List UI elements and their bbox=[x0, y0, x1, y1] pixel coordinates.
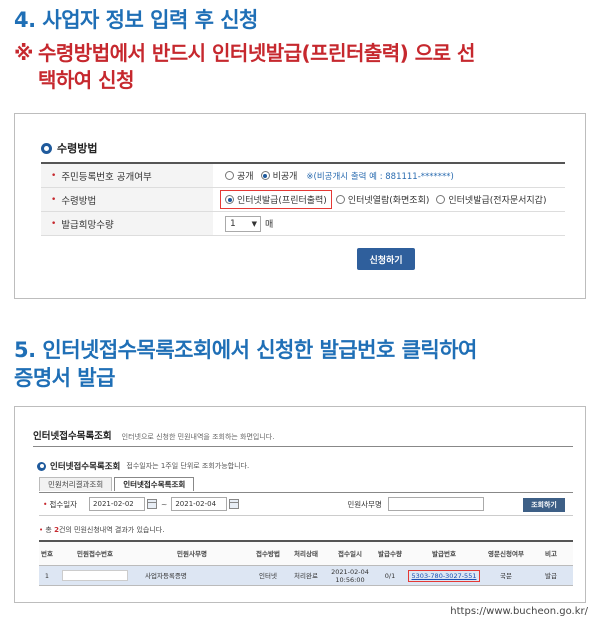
form-label: 발급희망수량 bbox=[61, 219, 114, 231]
quantity-unit: 매 bbox=[265, 220, 274, 230]
column-header: 접수일시 bbox=[338, 549, 362, 558]
required-dot-icon: • bbox=[51, 218, 57, 229]
notice-line2: 택하여 신청 bbox=[38, 68, 134, 92]
form-label: 수령방법 bbox=[61, 195, 97, 207]
chevron-down-icon: ▼ bbox=[251, 219, 257, 228]
form-table: • 주민등록번호 공개여부 공개 비공개 ※(비공개시 출력 예 : 881111… bbox=[41, 162, 565, 236]
radio-public[interactable]: 공개 bbox=[225, 169, 254, 182]
table-header: 번호 민원접수번호 민원사무명 접수방법 처리상태 접수일시 발급수량 발급번호… bbox=[39, 542, 573, 566]
radio-circle-icon bbox=[436, 195, 446, 204]
column-header: 비고 bbox=[545, 549, 557, 558]
tab-result-inquiry[interactable]: 민원처리결과조회 bbox=[39, 477, 113, 491]
result-count: • 총 2건의 민원신청내역 결과가 있습니다. bbox=[39, 526, 165, 534]
column-header: 민원사무명 bbox=[177, 549, 207, 558]
step5-title: 5. 인터넷접수목록조회에서 신청한 발급번호 클릭하여 증명서 발급 bbox=[14, 338, 477, 390]
notice-line1: 수령방법에서 반드시 인터넷발급(프린터출력) 으로 선 bbox=[38, 41, 475, 65]
column-header: 접수방법 bbox=[256, 549, 280, 558]
apply-button[interactable]: 신청하기 bbox=[357, 248, 415, 270]
date-separator: ~ bbox=[161, 499, 168, 509]
section-bullet-icon bbox=[37, 461, 46, 471]
radio-checked-icon bbox=[225, 195, 234, 204]
tab-bar: 민원처리결과조회 인터넷접수목록조회 bbox=[39, 477, 196, 491]
disclosure-hint: ※(비공개시 출력 예 : 881111-*******) bbox=[306, 171, 454, 182]
column-header: 번호 bbox=[41, 549, 53, 558]
radio-internet-wallet[interactable]: 인터넷발급(전자문서지갑) bbox=[436, 193, 546, 206]
date-label: 접수일자 bbox=[49, 499, 78, 509]
search-button[interactable]: 조회하기 bbox=[523, 498, 565, 512]
tab-receipt-list[interactable]: 인터넷접수목록조회 bbox=[114, 477, 195, 491]
column-header: 처리상태 bbox=[294, 549, 318, 558]
search-bar: • 접수일자 2021-02-02 ~ 2021-02-04 민원사무명 조회하기 bbox=[39, 492, 573, 516]
calendar-icon[interactable] bbox=[147, 499, 158, 509]
form-row-quantity: • 발급희망수량 1 ▼ 매 bbox=[41, 212, 565, 236]
quantity-select[interactable]: 1 ▼ bbox=[225, 215, 261, 232]
column-header: 발급수량 bbox=[378, 549, 402, 558]
section-heading: 인터넷접수목록조회 접수일자는 1주일 단위로 조회가능합니다. bbox=[37, 460, 249, 472]
receipt-method-panel: 수령방법 • 주민등록번호 공개여부 공개 비공개 ※(비공개시 출력 예 : 8… bbox=[14, 113, 586, 299]
required-dot-icon: • bbox=[51, 194, 57, 205]
section-title: 수령방법 bbox=[57, 142, 98, 155]
form-row-receipt-method: • 수령방법 인터넷발급(프린터출력) 인터넷열람(화면조회) 인터넷발급(전자문… bbox=[41, 188, 565, 212]
table-row: 1 사업자등록증명 인터넷 처리완료 2021-02-04 10:56:00 0… bbox=[39, 566, 573, 586]
required-dot-icon: • bbox=[51, 170, 57, 181]
page-description: 인터넷으로 신청한 민원내역을 조회하는 화면입니다. bbox=[121, 433, 275, 441]
receipt-table: 번호 민원접수번호 민원사무명 접수방법 처리상태 접수일시 발급수량 발급번호… bbox=[39, 540, 573, 586]
radio-private[interactable]: 비공개 bbox=[260, 169, 297, 182]
notice-mark: ※ bbox=[14, 41, 33, 65]
doc-name-input[interactable] bbox=[387, 497, 484, 511]
radio-internet-view[interactable]: 인터넷열람(화면조회) bbox=[335, 193, 429, 206]
date-to-input[interactable]: 2021-02-04 bbox=[171, 497, 228, 511]
page-title: 인터넷접수목록조회 bbox=[33, 431, 112, 442]
radio-circle-icon bbox=[225, 171, 234, 180]
required-dot-icon: • bbox=[39, 526, 44, 534]
column-header: 영문신청여부 bbox=[488, 549, 524, 558]
doc-name-label: 민원사무명 bbox=[347, 499, 382, 509]
radio-internet-print[interactable]: 인터넷발급(프린터출력) bbox=[220, 190, 332, 209]
column-header: 민원접수번호 bbox=[77, 549, 113, 558]
column-header: 발급번호 bbox=[432, 549, 456, 558]
radio-circle-icon bbox=[335, 195, 345, 204]
step4-title: 4. 사업자 정보 입력 후 신청 bbox=[14, 8, 258, 32]
section-heading: 수령방법 bbox=[41, 140, 97, 156]
form-label: 주민등록번호 공개여부 bbox=[61, 171, 152, 183]
form-row-id-disclosure: • 주민등록번호 공개여부 공개 비공개 ※(비공개시 출력 예 : 881111… bbox=[41, 164, 565, 188]
notice: ※ 수령방법에서 반드시 인터넷발급(프린터출력) 으로 선 택하여 신청 bbox=[14, 40, 594, 94]
section-title: 인터넷접수목록조회 bbox=[50, 462, 121, 472]
date-from-input[interactable]: 2021-02-02 bbox=[89, 497, 146, 511]
page-header: 인터넷접수목록조회 인터넷으로 신청한 민원내역을 조회하는 화면입니다. bbox=[33, 429, 573, 447]
issue-number-link[interactable]: 5303-780-3027-551 bbox=[407, 569, 481, 582]
source-url: https://www.bucheon.go.kr/ bbox=[450, 606, 588, 617]
calendar-icon[interactable] bbox=[229, 499, 240, 509]
required-dot-icon: • bbox=[43, 499, 48, 509]
section-bullet-icon bbox=[41, 142, 52, 154]
section-description: 접수일자는 1주일 단위로 조회가능합니다. bbox=[126, 462, 250, 470]
radio-checked-icon bbox=[260, 171, 270, 180]
internet-receipt-panel: 인터넷접수목록조회 인터넷으로 신청한 민원내역을 조회하는 화면입니다. 인터… bbox=[14, 406, 586, 603]
receipt-number-redacted bbox=[62, 570, 128, 581]
